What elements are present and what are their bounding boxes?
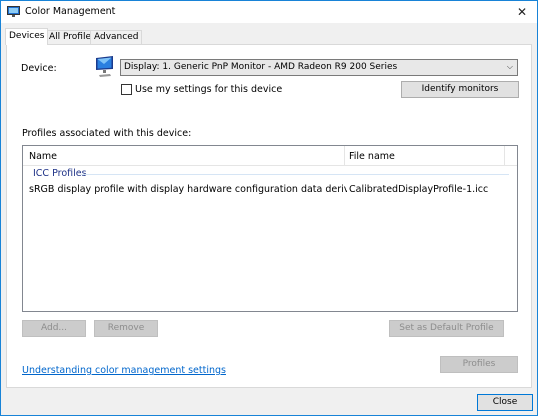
column-divider[interactable]	[344, 146, 345, 166]
group-header-icc-profiles[interactable]: ICC Profiles	[33, 168, 87, 179]
color-management-window: Color Management ✕ Devices All Profiles …	[0, 0, 538, 416]
tab-devices[interactable]: Devices	[5, 28, 49, 45]
monitor-icon	[96, 56, 113, 77]
use-my-settings-label: Use my settings for this device	[135, 84, 283, 95]
title-bar: Color Management ✕	[1, 1, 537, 23]
use-my-settings-checkbox[interactable]	[121, 84, 132, 95]
group-divider	[81, 174, 509, 175]
chevron-down-icon: ⌵	[506, 62, 513, 71]
list-header: Name File name	[23, 146, 517, 166]
tab-advanced[interactable]: Advanced	[90, 30, 143, 44]
set-default-profile-button[interactable]: Set as Default Profile	[389, 320, 504, 337]
profiles-list[interactable]: Name File name ICC Profiles sRGB display…	[22, 145, 518, 312]
profile-row-name[interactable]: sRGB display profile with display hardwa…	[29, 184, 347, 195]
column-header-name[interactable]: Name	[29, 151, 57, 162]
close-button[interactable]: Close	[477, 394, 533, 411]
device-dropdown[interactable]: Display: 1. Generic PnP Monitor - AMD Ra…	[120, 59, 518, 76]
understanding-color-management-link[interactable]: Understanding color management settings	[22, 365, 226, 376]
add-profile-button[interactable]: Add...	[22, 320, 86, 337]
column-divider[interactable]	[504, 146, 505, 166]
close-window-button[interactable]: ✕	[507, 1, 537, 23]
identify-monitors-button[interactable]: Identify monitors	[401, 81, 519, 98]
column-header-file-name[interactable]: File name	[349, 151, 395, 162]
device-label: Device:	[21, 63, 57, 74]
color-management-icon	[7, 6, 20, 17]
device-dropdown-value: Display: 1. Generic PnP Monitor - AMD Ra…	[124, 62, 398, 72]
profile-row-file[interactable]: CalibratedDisplayProfile-1.icc	[349, 184, 488, 195]
remove-profile-button[interactable]: Remove	[94, 320, 158, 337]
window-title: Color Management	[25, 6, 116, 17]
profiles-section-label: Profiles associated with this device:	[22, 128, 192, 139]
profiles-button[interactable]: Profiles	[440, 356, 518, 373]
